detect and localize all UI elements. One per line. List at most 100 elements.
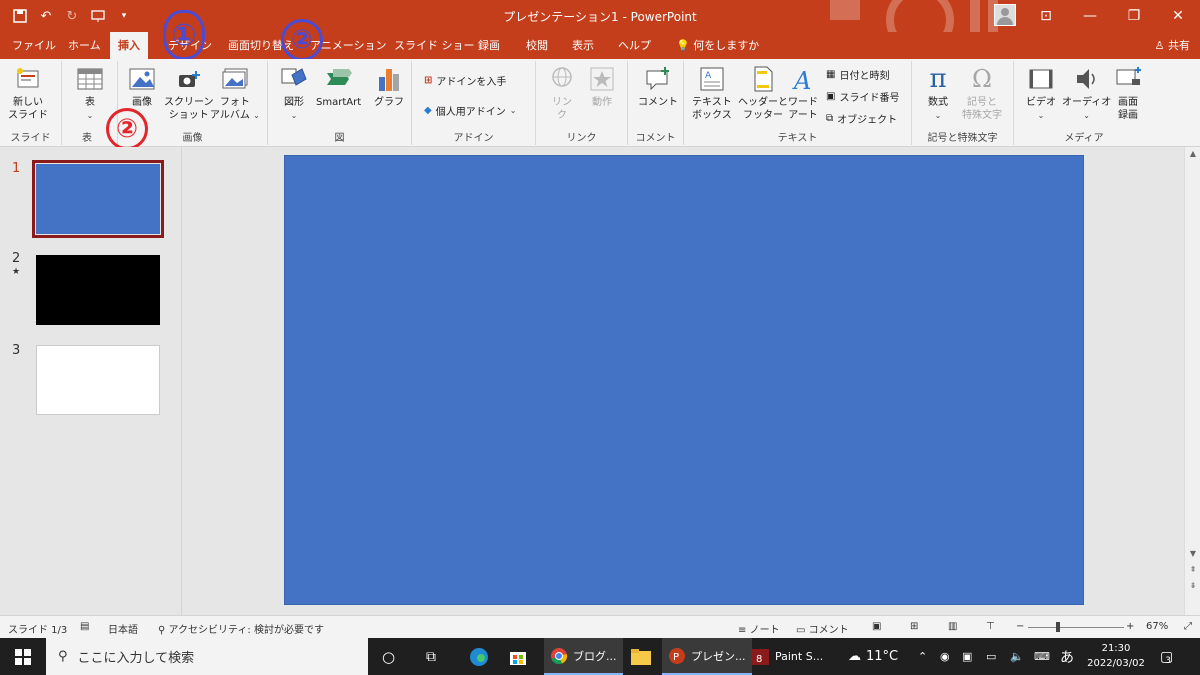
smartart-button[interactable]: SmartArt <box>316 65 361 109</box>
edge-icon[interactable] <box>468 638 490 675</box>
slide-sorter-icon[interactable]: ⊞ <box>910 621 918 632</box>
normal-view-icon[interactable]: ▣ <box>872 621 881 632</box>
chrome-icon <box>551 647 568 664</box>
group-slides: 新しい スライド スライド <box>0 61 62 145</box>
camera-icon[interactable]: ▣ <box>962 638 972 675</box>
show-hidden-icons[interactable]: ⌃ <box>918 638 927 675</box>
taskbar-powerpoint[interactable]: P プレゼン... <box>662 638 752 675</box>
slideshow-view-icon[interactable]: ⊤ <box>986 621 995 632</box>
chevron-down-icon: ⌄ <box>253 111 260 120</box>
new-slide-button[interactable]: 新しい スライド <box>8 65 48 122</box>
zoom-out-button[interactable]: − <box>1016 621 1024 632</box>
scroll-up-icon[interactable]: ▲ <box>1185 147 1200 161</box>
fit-to-window-icon[interactable]: ⤢ <box>1184 621 1192 632</box>
link-button[interactable]: リン ク <box>548 65 576 122</box>
file-explorer-icon[interactable] <box>630 638 652 675</box>
tab-view[interactable]: 表示 <box>564 32 602 59</box>
redo-icon[interactable]: ↻ <box>62 6 82 26</box>
picture-button[interactable]: 画像 <box>128 65 156 109</box>
equation-button[interactable]: π 数式 ⌄ <box>924 65 952 122</box>
comments-button[interactable]: ▭ コメント <box>796 621 849 636</box>
tab-slideshow[interactable]: スライド ショー <box>386 32 483 59</box>
slide-number-1: 1 <box>12 161 21 176</box>
language-indicator[interactable]: 日本語 <box>108 621 138 636</box>
next-slide-icon[interactable]: ⇟ <box>1185 579 1200 593</box>
tab-record[interactable]: 録画 <box>470 32 508 59</box>
task-view-icon[interactable]: ⧉ <box>426 638 436 675</box>
wordart-button[interactable]: A ワード アート <box>788 65 818 122</box>
textbox-button[interactable]: A テキスト ボックス <box>692 65 732 122</box>
taskbar-paint[interactable]: 8 Paint S... <box>744 638 829 675</box>
notification-center[interactable]: ▢ 3 <box>1160 638 1173 675</box>
get-addins-button[interactable]: ⊞ アドインを入手 <box>424 71 506 89</box>
paint-icon: 8 <box>751 648 769 665</box>
tab-home[interactable]: ホーム <box>60 32 109 59</box>
audio-button[interactable]: オーディオ ⌄ <box>1062 65 1111 122</box>
window-controls: ⊡ — ❐ ✕ <box>1024 0 1200 32</box>
restore-button[interactable]: ❐ <box>1112 0 1156 32</box>
undo-icon[interactable]: ↶ <box>36 6 56 26</box>
customize-icon[interactable]: ▾ <box>114 6 134 26</box>
account-avatar[interactable] <box>994 4 1016 26</box>
taskbar-clock[interactable]: 21:30 2022/03/02 <box>1080 641 1152 671</box>
zoom-slider[interactable] <box>1028 627 1124 628</box>
video-button[interactable]: ビデオ ⌄ <box>1026 65 1056 122</box>
slide-thumbnail-3[interactable] <box>36 345 160 415</box>
volume-icon[interactable]: 🔈 <box>1010 638 1024 675</box>
current-slide[interactable] <box>284 155 1084 605</box>
header-footer-button[interactable]: ヘッダーと フッター <box>738 65 788 122</box>
previous-slide-icon[interactable]: ⇞ <box>1185 563 1200 577</box>
cortana-icon[interactable]: ○ <box>382 638 395 675</box>
reading-view-icon[interactable]: ▥ <box>948 621 957 632</box>
accessibility-status[interactable]: ⚲ アクセシビリティ: 検討が必要です <box>158 621 324 636</box>
spellcheck-icon[interactable]: ▤ <box>80 621 89 632</box>
tell-me-search[interactable]: 💡 何をしますか <box>668 32 767 59</box>
object-icon: ⧉ <box>826 112 834 124</box>
taskbar-chrome[interactable]: ブログ... <box>544 638 623 675</box>
slide-thumbnail-2[interactable] <box>36 255 160 325</box>
scroll-down-icon[interactable]: ▼ <box>1185 547 1200 561</box>
ribbon-display-icon[interactable]: ⊡ <box>1024 0 1068 32</box>
audio-label: オーディオ <box>1062 97 1112 108</box>
zoom-in-button[interactable]: + <box>1126 621 1134 632</box>
store-icon[interactable] <box>508 638 528 675</box>
battery-icon[interactable]: ▭ <box>986 638 996 675</box>
notes-button[interactable]: ≡ ノート <box>738 621 780 636</box>
start-button[interactable] <box>0 638 46 675</box>
table-button[interactable]: 表 ⌄ <box>76 65 104 122</box>
present-icon[interactable] <box>88 6 108 26</box>
action-button[interactable]: 動作 <box>588 65 616 109</box>
zoom-slider-thumb[interactable] <box>1056 622 1060 632</box>
comment-button[interactable]: コメント <box>638 65 678 109</box>
comment-label: コメント <box>638 97 678 108</box>
taskbar-search-box[interactable]: ⚲ ここに入力して検索 <box>46 638 368 675</box>
object-button[interactable]: ⧉ オブジェクト <box>826 109 897 127</box>
symbol-button[interactable]: Ω 記号と 特殊文字 <box>962 65 1002 122</box>
ime-indicator[interactable]: あ <box>1060 638 1074 675</box>
chart-button[interactable]: グラフ <box>374 65 404 109</box>
weather-widget[interactable]: ☁ 11°C <box>848 638 898 675</box>
zoom-level[interactable]: 67% <box>1146 621 1168 632</box>
screenshot-button[interactable]: スクリーン ショット <box>164 65 214 122</box>
tab-file[interactable]: ファイル <box>4 32 64 59</box>
screen-recording-button[interactable]: 画面 録画 <box>1114 65 1142 122</box>
tab-help[interactable]: ヘルプ <box>610 32 659 59</box>
close-button[interactable]: ✕ <box>1156 0 1200 32</box>
photo-album-button[interactable]: フォト アルバム ⌄ <box>210 65 260 122</box>
keyboard-icon[interactable]: ⌨ <box>1034 638 1050 675</box>
slide-number-2: 2 <box>12 251 21 266</box>
symbol-label: 記号と 特殊文字 <box>962 97 1002 121</box>
wordart-label: ワード アート <box>788 97 818 121</box>
shapes-button[interactable]: 図形 ⌄ <box>280 65 308 122</box>
meet-now-icon[interactable]: ◉ <box>940 638 950 675</box>
date-time-button[interactable]: ▦ 日付と時刻 <box>826 65 889 83</box>
my-addins-button[interactable]: ◆ 個人用アドイン ⌄ <box>424 101 516 119</box>
slide-number-button[interactable]: ▣ スライド番号 <box>826 87 899 105</box>
share-button[interactable]: ♙ 共有 <box>1155 32 1190 59</box>
tab-review[interactable]: 校閲 <box>518 32 556 59</box>
save-icon[interactable] <box>10 6 30 26</box>
vertical-scrollbar[interactable]: ▲ ▼ ⇞ ⇟ <box>1184 147 1200 615</box>
minimize-button[interactable]: — <box>1068 0 1112 32</box>
tab-insert[interactable]: 挿入 <box>110 32 148 59</box>
slide-thumbnail-1[interactable] <box>32 160 164 238</box>
